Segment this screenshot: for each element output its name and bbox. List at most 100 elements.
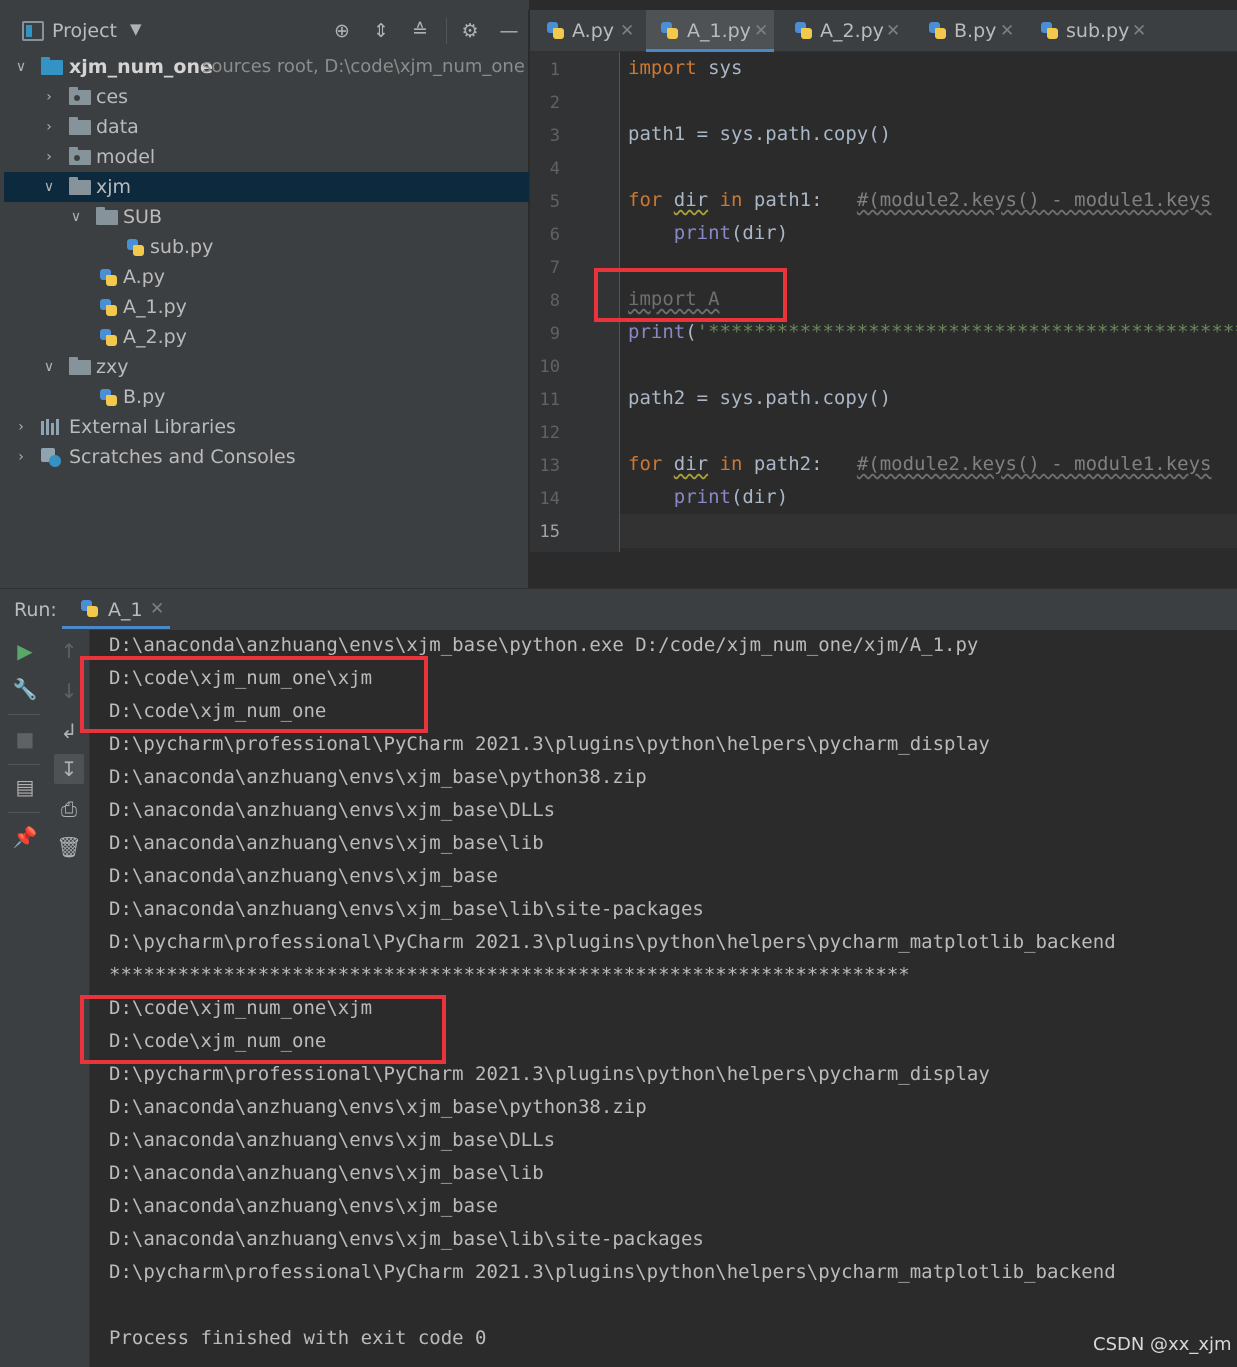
tree-item-sub-folder[interactable]: ∨ SUB: [4, 202, 529, 232]
line-number: 7: [549, 258, 560, 278]
project-view-icon[interactable]: [22, 21, 44, 41]
highlight-box-output-1: [80, 656, 428, 733]
chevron-down-icon[interactable]: ∨: [13, 52, 29, 82]
library-icon: [41, 419, 63, 435]
layout-icon[interactable]: ▤: [10, 772, 40, 802]
expand-all-icon[interactable]: ⇕: [370, 20, 392, 42]
console-line: D:\anaconda\anzhuang\envs\xjm_base\lib\s…: [109, 1228, 704, 1250]
gear-icon[interactable]: ⚙: [459, 20, 481, 42]
console-line: Process finished with exit code 0: [109, 1327, 487, 1349]
tree-label: A_2.py: [123, 326, 187, 348]
tree-item-a2-py[interactable]: A_2.py: [4, 322, 529, 352]
package-icon: [69, 87, 91, 105]
tree-root[interactable]: ∨ xjm_num_one sources root, D:\code\xjm_…: [4, 52, 529, 82]
python-file-icon: [99, 388, 119, 408]
tab-label: A.py: [572, 20, 615, 42]
scroll-to-end-icon[interactable]: ↧: [54, 754, 84, 784]
chevron-down-icon[interactable]: ∨: [68, 202, 84, 232]
folder-icon: [69, 177, 91, 195]
trash-icon[interactable]: 🗑: [54, 832, 84, 862]
line-number: 6: [549, 225, 560, 245]
pin-icon[interactable]: 📌: [10, 822, 40, 852]
run-icon[interactable]: ▶: [10, 636, 40, 666]
python-file-icon: [928, 21, 948, 41]
tree-item-sub-py[interactable]: sub.py: [4, 232, 529, 262]
code-line: import sys: [628, 57, 743, 79]
chevron-down-icon[interactable]: ∨: [41, 172, 57, 202]
chevron-down-icon[interactable]: ▼: [130, 20, 142, 38]
code-line: path2 = sys.path.copy(): [628, 387, 892, 409]
run-toolbar-primary: ▶ 🔧 ■ ▤ 📌: [0, 630, 48, 1367]
tree-item-a1-py[interactable]: A_1.py: [4, 292, 529, 322]
python-file-icon: [80, 599, 100, 619]
chevron-down-icon[interactable]: ∨: [41, 352, 57, 382]
tree-item-data[interactable]: › data: [4, 112, 529, 142]
tree-label: A_1.py: [123, 296, 187, 318]
folder-icon: [69, 357, 91, 375]
tree-item-ces[interactable]: › ces: [4, 82, 529, 112]
tree-item-zxy[interactable]: ∨ zxy: [4, 352, 529, 382]
tab-a-py[interactable]: A.py ✕: [530, 10, 642, 52]
close-icon[interactable]: ✕: [1132, 10, 1146, 52]
tree-label: zxy: [96, 356, 129, 378]
close-icon[interactable]: ✕: [150, 599, 164, 619]
run-tab-label: A_1: [108, 599, 143, 621]
tab-sub-py[interactable]: sub.py ✕: [1026, 10, 1152, 52]
code-line: print(dir): [673, 222, 789, 244]
wrench-icon[interactable]: 🔧: [10, 674, 40, 704]
python-file-icon: [794, 21, 814, 41]
tree-label: External Libraries: [69, 416, 236, 438]
line-number: 3: [549, 126, 560, 146]
tree-item-external-libraries[interactable]: › External Libraries: [4, 412, 529, 442]
console-line: D:\anaconda\anzhuang\envs\xjm_base\lib: [109, 832, 544, 854]
line-number: 9: [549, 324, 560, 344]
code-line: for dir in path2: #(module2.keys() - mod…: [628, 453, 1212, 475]
tree-item-scratches[interactable]: › Scratches and Consoles: [4, 442, 529, 472]
tab-a2-py[interactable]: A_2.py ✕: [780, 10, 908, 52]
chevron-right-icon[interactable]: ›: [41, 142, 57, 172]
print-icon[interactable]: ⎙: [54, 794, 84, 824]
console-line: D:\pycharm\professional\PyCharm 2021.3\p…: [109, 1261, 1116, 1283]
chevron-right-icon[interactable]: ›: [41, 112, 57, 142]
folder-icon: [96, 207, 118, 225]
chevron-right-icon[interactable]: ›: [13, 442, 29, 472]
console-line: D:\anaconda\anzhuang\envs\xjm_base\lib\s…: [109, 898, 704, 920]
tree-item-model[interactable]: › model: [4, 142, 529, 172]
line-number: 2: [549, 93, 560, 113]
tree-item-b-py[interactable]: B.py: [4, 382, 529, 412]
chevron-right-icon[interactable]: ›: [13, 412, 29, 442]
stop-icon[interactable]: ■: [10, 724, 40, 754]
tab-a1-py[interactable]: A_1.py ✕: [646, 10, 774, 52]
current-line-highlight: [619, 514, 1237, 548]
project-panel: Project ▼ ⊕ ⇕ ≙ ⚙ — ∨ xjm_num_one source…: [0, 0, 529, 588]
line-number: 1: [549, 60, 560, 80]
code-line: print('*********************************…: [628, 321, 1237, 343]
console-line: D:\anaconda\anzhuang\envs\xjm_base: [109, 865, 498, 887]
console-line: D:\anaconda\anzhuang\envs\xjm_base\lib: [109, 1162, 544, 1184]
close-icon[interactable]: ✕: [886, 10, 900, 52]
tree-item-xjm[interactable]: ∨ xjm: [4, 172, 529, 202]
project-title[interactable]: Project: [52, 20, 117, 42]
tab-label: A_2.py: [820, 20, 884, 42]
watermark: CSDN @xx_xjm: [1093, 1334, 1232, 1355]
collapse-all-icon[interactable]: ≙: [409, 20, 431, 42]
chevron-right-icon[interactable]: ›: [41, 82, 57, 112]
console-line: D:\anaconda\anzhuang\envs\xjm_base: [109, 1195, 498, 1217]
python-file-icon: [1040, 21, 1060, 41]
root-name: xjm_num_one: [69, 56, 213, 78]
tree-label: model: [96, 146, 156, 168]
console-line: D:\anaconda\anzhuang\envs\xjm_base\pytho…: [109, 766, 647, 788]
line-number: 11: [539, 390, 560, 410]
tree-item-a-py[interactable]: A.py: [4, 262, 529, 292]
scratches-icon: [41, 448, 61, 467]
close-icon[interactable]: ✕: [1000, 10, 1014, 52]
tree-label: data: [96, 116, 139, 138]
close-icon[interactable]: ✕: [754, 10, 768, 52]
close-icon[interactable]: ✕: [620, 10, 634, 52]
python-file-icon: [99, 298, 119, 318]
tab-b-py[interactable]: B.py ✕: [914, 10, 1020, 52]
locate-icon[interactable]: ⊕: [331, 20, 353, 42]
hide-icon[interactable]: —: [498, 20, 520, 42]
run-tab-a1[interactable]: A_1 ✕: [62, 589, 170, 629]
line-number: 12: [539, 423, 560, 443]
